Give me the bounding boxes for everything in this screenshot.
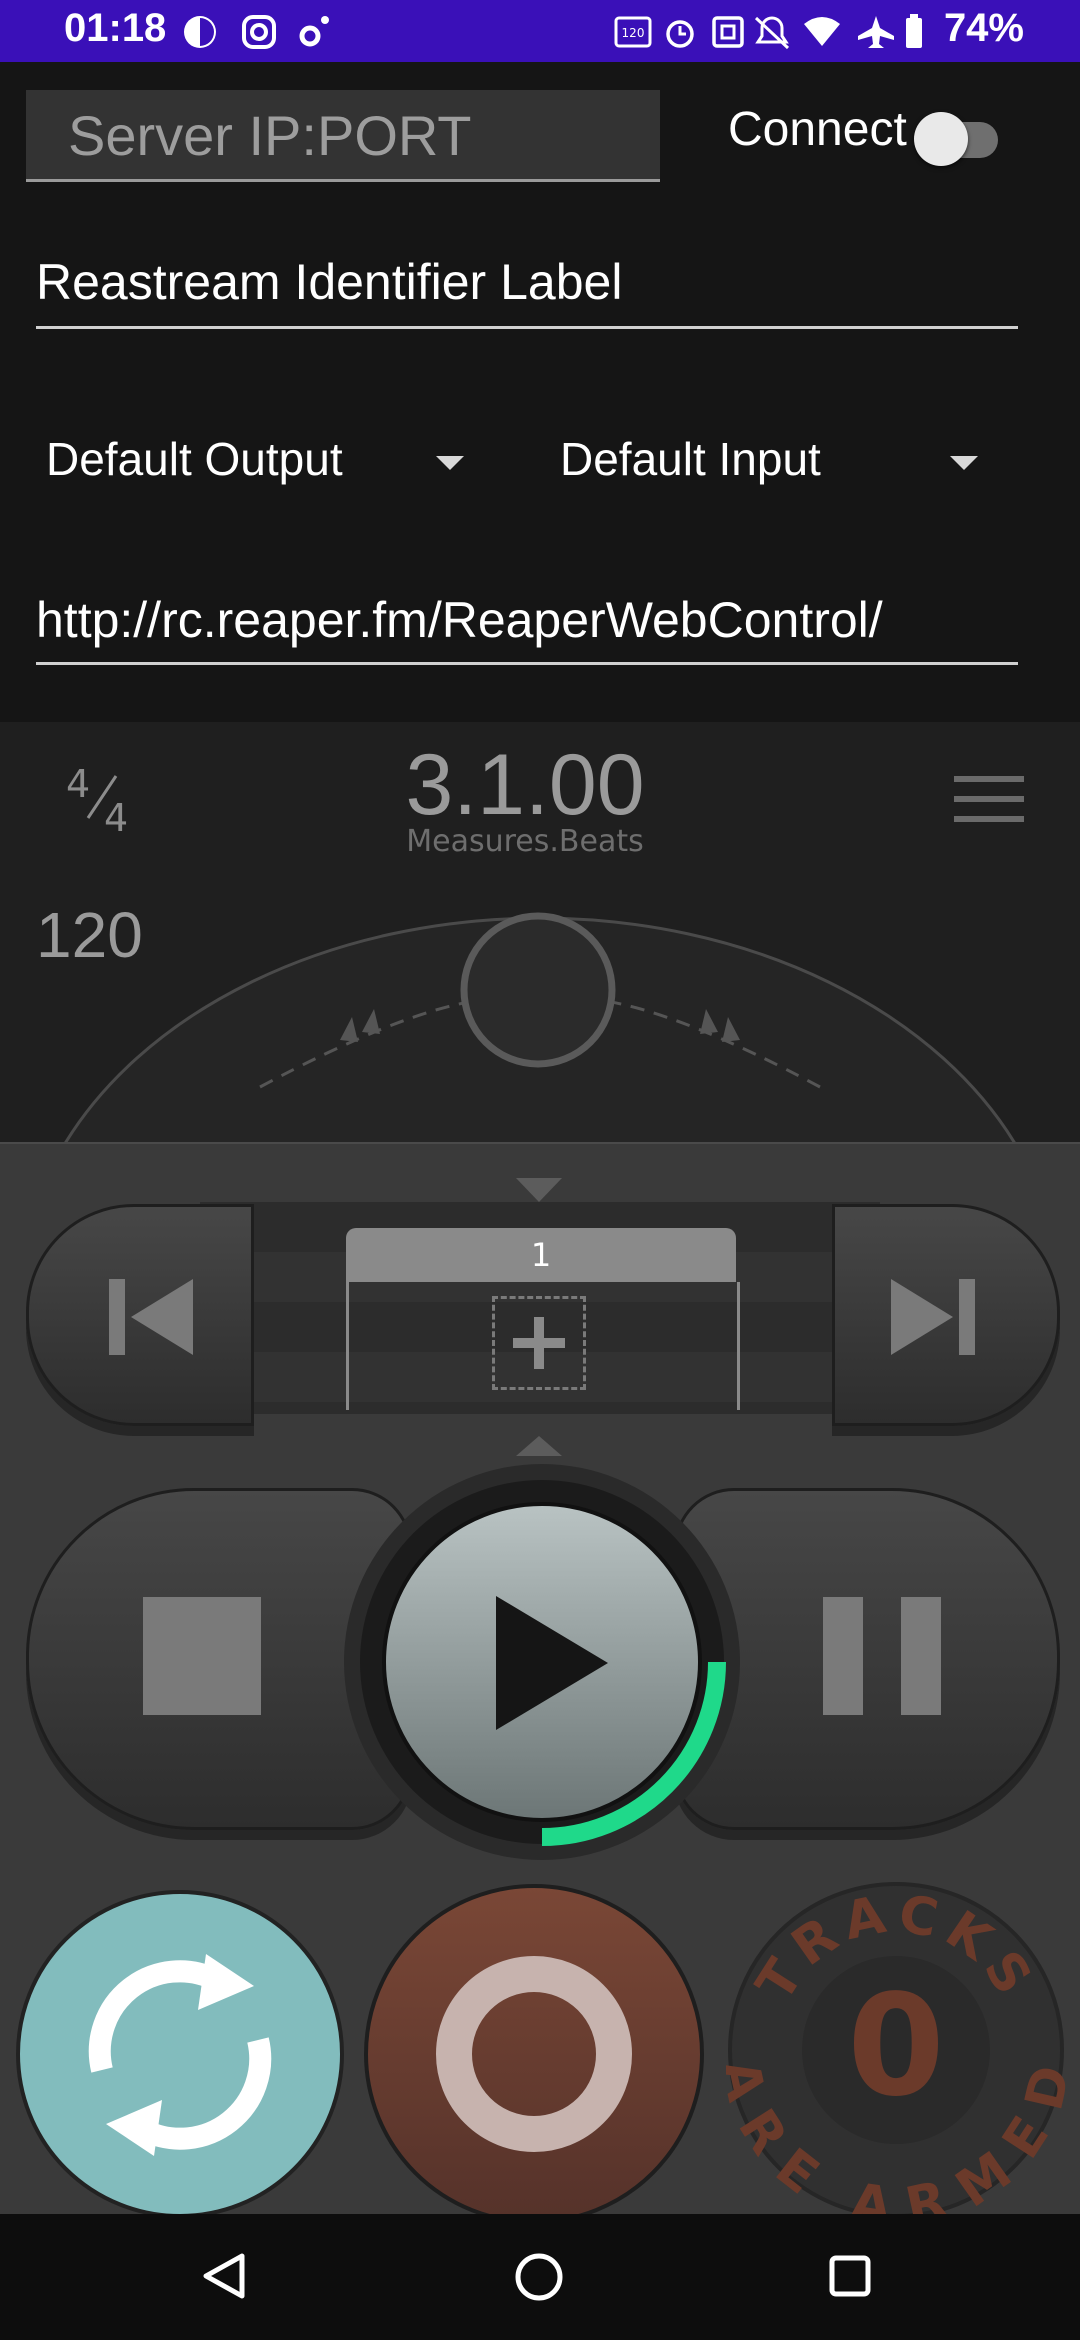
status-time: 01:18 — [64, 6, 167, 50]
output-select[interactable]: Default Output — [46, 422, 476, 512]
pause-icon — [823, 1597, 941, 1715]
armed-count: 0 — [847, 1965, 944, 2128]
play-button[interactable] — [342, 1462, 742, 1862]
status-bar: 01:18 120 74% — [0, 0, 1080, 62]
transport-panel: 1 TRACKS RE ARME 0 — [0, 1142, 1080, 2224]
alarm-icon — [666, 20, 694, 48]
jog-knob — [460, 912, 616, 1068]
navigation-bar — [0, 2214, 1080, 2340]
status-right-icons: 120 — [614, 14, 922, 50]
home-icon[interactable] — [512, 2250, 566, 2304]
menu-icon[interactable] — [954, 772, 1024, 828]
privacy-icon — [184, 16, 216, 48]
scroll-down-icon[interactable] — [514, 1434, 564, 1460]
bell-off-icon — [754, 16, 790, 50]
plus-icon — [513, 1317, 565, 1369]
add-marker-button[interactable] — [492, 1296, 586, 1390]
url-input[interactable]: http://rc.reaper.fm/ReaperWebControl/ — [36, 582, 1018, 665]
server-ip-input[interactable]: Server IP:PORT — [26, 90, 660, 182]
back-icon[interactable] — [200, 2252, 250, 2302]
recents-icon[interactable] — [826, 2252, 876, 2302]
nfc-icon — [712, 16, 744, 48]
battery-percent: 74% — [943, 6, 1024, 50]
position-display[interactable]: 3.1.00 — [340, 736, 710, 835]
skip-back-icon — [109, 1279, 193, 1355]
connection-form: Server IP:PORT Connect Reastream Identif… — [0, 62, 1080, 722]
output-select-value: Default Output — [46, 433, 343, 485]
previous-marker-button[interactable] — [26, 1204, 254, 1426]
wifi-icon — [804, 17, 840, 46]
repeat-button[interactable] — [16, 1890, 346, 2220]
record-button[interactable] — [362, 1884, 712, 2224]
chevron-down-icon — [436, 456, 464, 470]
120hz-icon: 120 — [614, 16, 652, 48]
reaper-web-control: 4 4 3.1.00 Measures.Beats 120 — [0, 722, 1080, 1142]
gear-sparkle-icon — [299, 16, 329, 47]
scroll-up-icon[interactable] — [514, 1174, 564, 1204]
status-left-icons — [184, 15, 329, 49]
jog-dial[interactable] — [0, 872, 1080, 1142]
position-unit-label: Measures.Beats — [406, 824, 644, 859]
connect-toggle-thumb[interactable] — [914, 112, 968, 166]
connect-label: Connect — [728, 103, 907, 156]
stop-icon — [143, 1597, 261, 1715]
instagram-icon — [242, 15, 276, 49]
skip-forward-icon — [891, 1279, 975, 1355]
input-select-value: Default Input — [560, 433, 821, 485]
input-select[interactable]: Default Input — [560, 422, 990, 512]
battery-icon — [906, 14, 922, 48]
time-signature-bottom: 4 — [104, 796, 129, 840]
marker-label[interactable]: 1 — [346, 1228, 736, 1282]
airplane-icon — [858, 16, 894, 48]
armed-tracks-indicator: TRACKS ARE ARMED 0 — [726, 1882, 1066, 2220]
identifier-input[interactable]: Reastream Identifier Label — [36, 242, 1018, 329]
next-marker-button[interactable] — [832, 1204, 1060, 1426]
svg-text:120: 120 — [622, 26, 645, 40]
chevron-down-icon — [950, 456, 978, 470]
